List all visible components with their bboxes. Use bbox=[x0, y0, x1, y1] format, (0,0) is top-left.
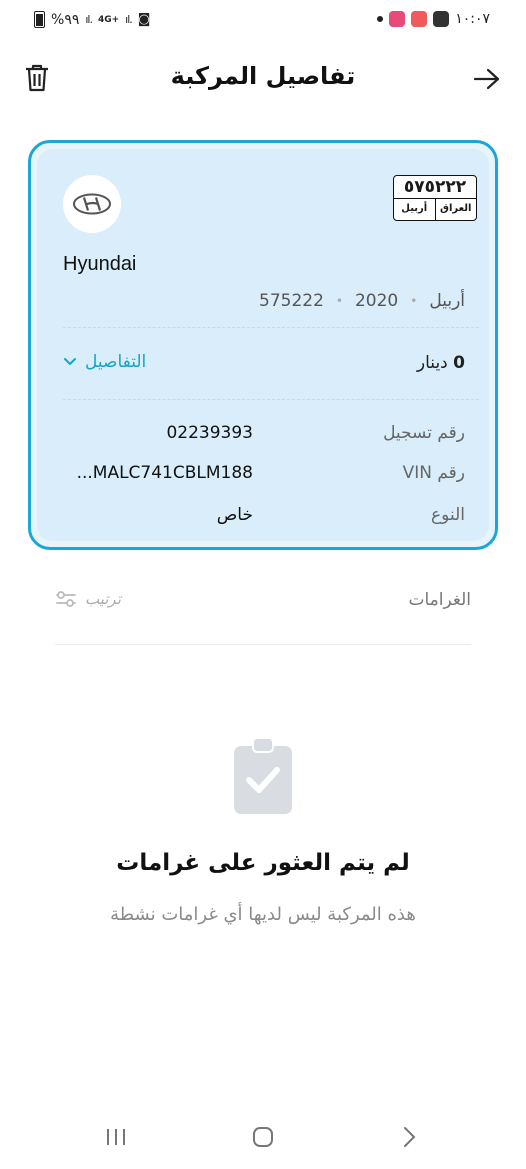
vin-value: ...MALC741CBLM188 bbox=[76, 463, 253, 483]
vehicle-meta: أربيل • 2020 • 575222 bbox=[259, 291, 465, 311]
gallery-icon bbox=[433, 11, 450, 27]
fee-currency: دينار bbox=[416, 353, 448, 373]
home-button[interactable] bbox=[243, 1122, 283, 1152]
fines-title: الغرامات bbox=[408, 590, 472, 610]
plate-country: العراق bbox=[440, 203, 472, 214]
meta-separator: • bbox=[335, 294, 343, 308]
type-value: خاص bbox=[216, 505, 253, 525]
status-right: ١٠:٠٧ bbox=[377, 11, 490, 27]
plate-city: أربيل bbox=[394, 199, 436, 220]
chevron-down-icon bbox=[64, 358, 76, 366]
app-notification-icon-2 bbox=[411, 11, 428, 27]
divider bbox=[63, 399, 479, 400]
vehicle-plate-number: 575222 bbox=[259, 291, 324, 311]
clock: ١٠:٠٧ bbox=[455, 11, 490, 27]
vehicle-card[interactable]: ٥٧٥٢٢٢ العراق أربيل Hyundai أربيل • 2020… bbox=[28, 140, 498, 550]
back-button[interactable] bbox=[472, 64, 502, 94]
type-label: النوع bbox=[431, 505, 465, 525]
license-plate: ٥٧٥٢٢٢ العراق أربيل bbox=[393, 175, 477, 221]
status-bar: %٩٩ ıl. 4G+ ıl. ◙ ١٠:٠٧ bbox=[0, 0, 526, 44]
plate-number: ٥٧٥٢٢٢ bbox=[403, 177, 467, 197]
chevron-right-icon bbox=[404, 1127, 416, 1147]
divider bbox=[55, 644, 471, 645]
fee-total: 0 دينار bbox=[417, 353, 465, 373]
page-title: تفاصيل المركبة bbox=[170, 62, 356, 90]
empty-state-subtitle: هذه المركبة ليس لديها أي غرامات نشطة bbox=[110, 904, 416, 925]
divider bbox=[63, 327, 479, 328]
vin-label: رقم VIN bbox=[402, 463, 465, 483]
sort-sliders-icon bbox=[56, 591, 76, 607]
registration-label: رقم تسجيل bbox=[383, 423, 465, 443]
recent-apps-button[interactable] bbox=[96, 1122, 136, 1152]
battery-icon bbox=[34, 11, 45, 28]
brand-logo bbox=[63, 175, 121, 233]
signal-icon-2: ıl. bbox=[125, 13, 133, 26]
signal-icon: ıl. bbox=[85, 13, 93, 26]
recent-apps-icon bbox=[107, 1129, 125, 1145]
meta-separator: • bbox=[410, 294, 418, 308]
details-toggle[interactable]: التفاصيل bbox=[63, 352, 146, 372]
app-notification-icon bbox=[389, 11, 406, 27]
notification-icon: ◙ bbox=[137, 12, 151, 27]
sort-label: ترتيب bbox=[85, 590, 121, 608]
status-left: %٩٩ ıl. 4G+ ıl. ◙ bbox=[34, 11, 150, 28]
details-label: التفاصيل bbox=[85, 352, 147, 372]
registration-value: 02239393 bbox=[166, 423, 253, 443]
vehicle-city: أربيل bbox=[429, 291, 465, 311]
fee-amount: 0 bbox=[453, 353, 465, 373]
vehicle-year: 2020 bbox=[354, 291, 399, 311]
empty-state-title: لم يتم العثور على غرامات bbox=[116, 850, 410, 876]
home-icon bbox=[253, 1127, 273, 1147]
clipboard-check-icon bbox=[234, 737, 292, 814]
battery-text: %٩٩ bbox=[51, 11, 80, 28]
vehicle-card-body: ٥٧٥٢٢٢ العراق أربيل Hyundai أربيل • 2020… bbox=[37, 149, 489, 541]
sort-button[interactable]: ترتيب bbox=[55, 590, 121, 608]
vehicle-brand: Hyundai bbox=[63, 253, 137, 275]
notification-dot-icon bbox=[377, 16, 384, 22]
nav-back-button[interactable] bbox=[389, 1122, 429, 1152]
hyundai-logo-icon bbox=[73, 193, 111, 215]
arrow-right-icon bbox=[473, 68, 500, 90]
plate-region-row: العراق أربيل bbox=[394, 198, 476, 220]
network-type: 4G+ bbox=[97, 14, 120, 25]
